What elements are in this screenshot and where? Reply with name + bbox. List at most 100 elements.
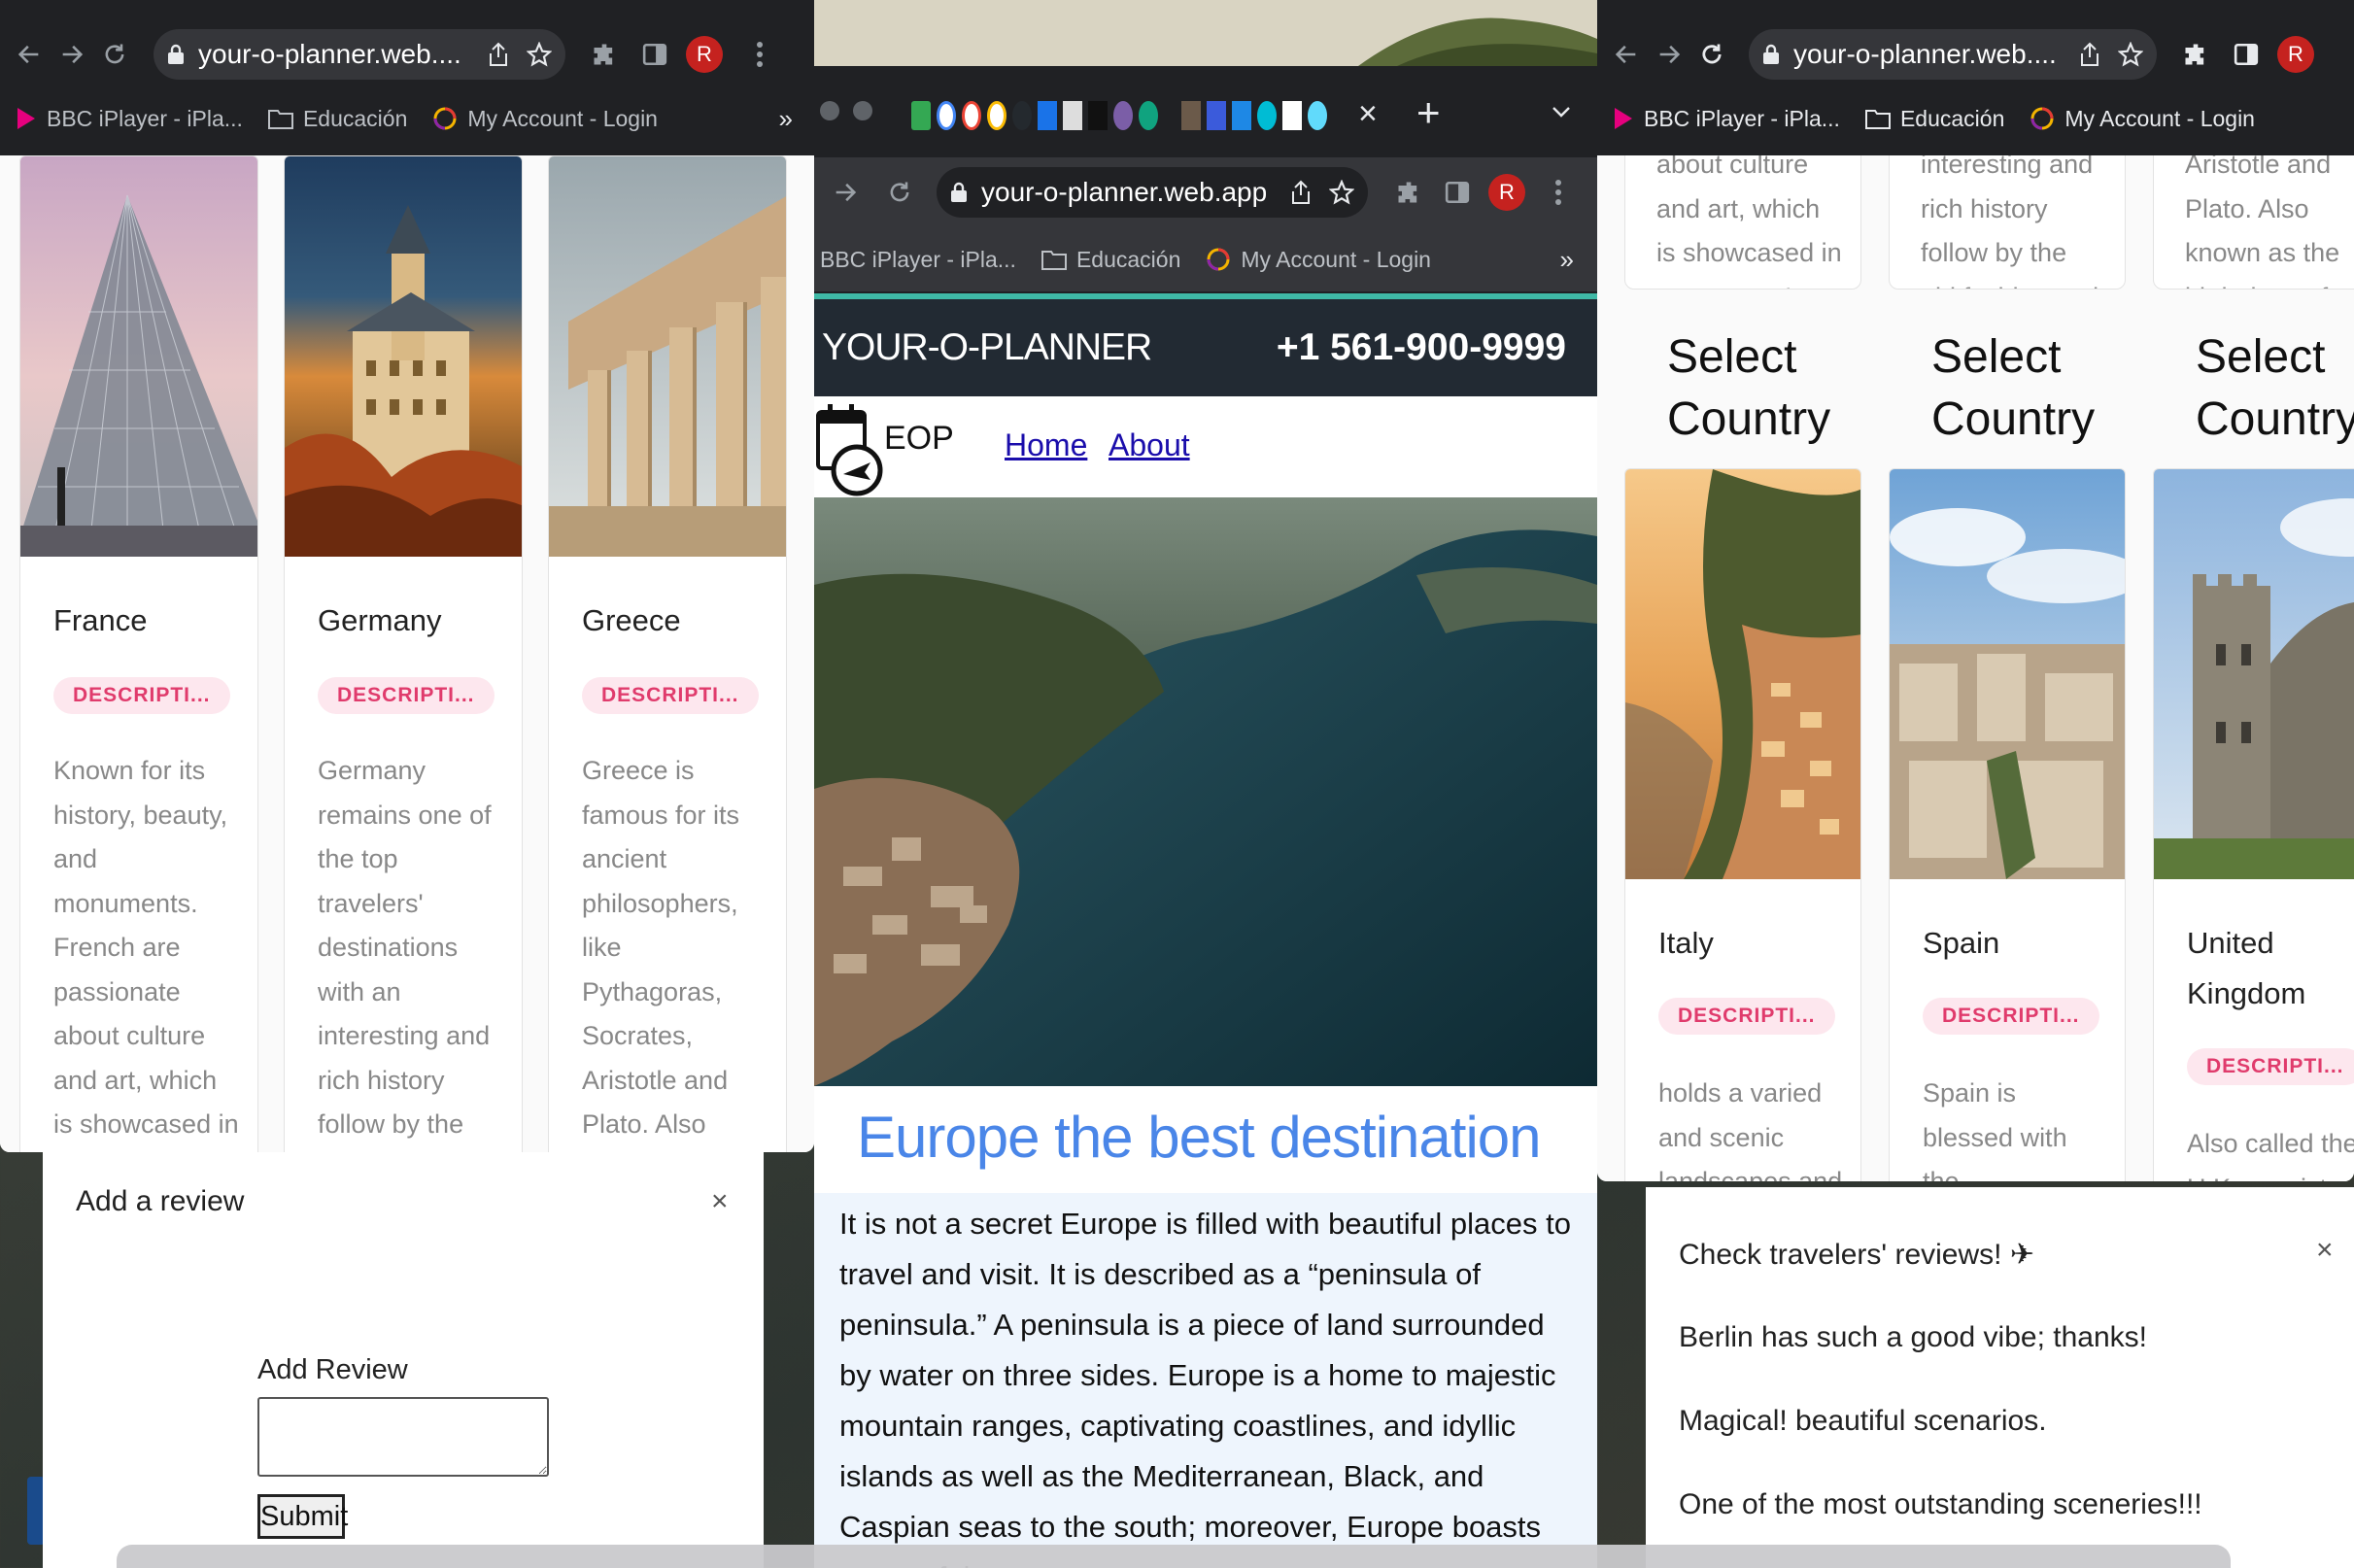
profile-avatar[interactable]: R <box>2277 36 2314 73</box>
middle-browser-window: × + your-o-planner.web.app R BBC iPlayer… <box>814 0 1597 1568</box>
eop-calendar-plane-icon <box>814 396 886 497</box>
right-page-content: about culture and art, which is showcase… <box>1597 155 2354 1181</box>
page-headline: Europe the best destination <box>857 1105 1542 1170</box>
nav-home-link[interactable]: Home <box>1005 427 1087 463</box>
description-chip[interactable]: DESCRIPTI... <box>582 677 759 714</box>
country-card-italy[interactable]: Italy DESCRIPTI... holds a varied and sc… <box>1624 468 1861 1181</box>
address-bar[interactable]: your-o-planner.web.... <box>154 29 565 80</box>
star-icon[interactable] <box>527 42 552 67</box>
menu-kebab-icon[interactable] <box>738 33 781 76</box>
site-brand[interactable]: YOUR-O-PLANNER <box>822 326 1152 369</box>
close-icon[interactable]: × <box>2316 1234 2334 1267</box>
review-item: One of the most outstanding sceneries!!! <box>1679 1488 2202 1520</box>
left-browser-chrome: your-o-planner.web.... R BBC iPlayer - i… <box>0 0 814 155</box>
site-header-bar: YOUR-O-PLANNER +1 561-900-9999 <box>814 299 1597 396</box>
bookmark-bbc[interactable]: BBC iPlayer - iPla... <box>16 106 243 132</box>
menu-kebab-icon[interactable] <box>1537 171 1580 214</box>
card-title: United Kingdom <box>2187 926 2306 1010</box>
bookmark-educacion[interactable]: Educación <box>267 105 408 132</box>
bookmark-educacion-label: Educación <box>302 105 408 131</box>
sidepanel-icon[interactable] <box>1436 171 1479 214</box>
bookmark-bbc[interactable]: BBC iPlayer - iPla... <box>820 247 1016 273</box>
bookmark-my-account[interactable]: My Account - Login <box>2030 106 2255 132</box>
card-description: Known for its history, beauty, and monum… <box>53 756 239 1139</box>
bookmark-my-account[interactable]: My Account - Login <box>1206 247 1431 273</box>
country-card-france[interactable]: France DESCRIPTI... Known for its histor… <box>19 155 258 1152</box>
pinned-tab-favicons[interactable] <box>911 101 1327 130</box>
extensions-icon[interactable] <box>1387 171 1430 214</box>
middle-browser-chrome: × + your-o-planner.web.app R BBC iPlayer… <box>814 66 1597 295</box>
site-logo-text: EOP <box>884 420 954 457</box>
share-icon[interactable] <box>488 42 509 67</box>
site-phone[interactable]: +1 561-900-9999 <box>1277 326 1566 369</box>
bbc-play-icon <box>1613 106 1634 131</box>
bookmark-educacion[interactable]: Educación <box>1864 106 2004 132</box>
reload-icon[interactable] <box>93 33 136 76</box>
address-bar[interactable]: your-o-planner.web.app <box>937 167 1368 218</box>
description-chip[interactable]: DESCRIPTI... <box>318 677 495 714</box>
description-chip[interactable]: DESCRIPTI... <box>53 677 230 714</box>
back-icon[interactable] <box>1605 33 1648 76</box>
bookmark-bbc-label: BBC iPlayer - iPla... <box>1644 105 1840 131</box>
extensions-icon[interactable] <box>2174 33 2217 76</box>
sidepanel-icon[interactable] <box>2225 33 2268 76</box>
add-review-modal: Add a review × Add Review Submit <box>43 1152 764 1568</box>
tab-search-chevron-icon[interactable] <box>1551 101 1572 122</box>
nav-about-link[interactable]: About <box>1109 427 1190 463</box>
description-chip[interactable]: DESCRIPTI... <box>1923 998 2099 1035</box>
country-card-united-kingdom[interactable]: United Kingdom DESCRIPTI... Also called … <box>2153 468 2354 1181</box>
address-bar[interactable]: your-o-planner.web.... <box>1749 29 2157 80</box>
new-tab-icon[interactable]: + <box>1416 89 1441 136</box>
card-title: Germany <box>318 603 442 637</box>
bookmark-bbc[interactable]: BBC iPlayer - iPla... <box>1613 106 1840 132</box>
reload-icon[interactable] <box>1690 33 1733 76</box>
extensions-icon[interactable] <box>583 33 626 76</box>
review-item: Magical! beautiful scenarios. <box>1679 1405 2047 1437</box>
forward-icon[interactable] <box>51 33 93 76</box>
review-textarea[interactable] <box>257 1397 549 1477</box>
card-description: holds a varied and scenic landscapes and <box>1658 1078 1843 1181</box>
bookmarks-more[interactable]: » <box>1560 245 1574 275</box>
folder-icon <box>267 108 293 129</box>
card-description: Germany remains one of the top travelers… <box>318 756 492 1139</box>
folder-icon <box>1041 249 1067 270</box>
sidepanel-icon[interactable] <box>633 33 676 76</box>
submit-button[interactable]: Submit <box>257 1494 348 1539</box>
modal-title: Add a review <box>76 1185 245 1217</box>
back-icon[interactable] <box>8 33 51 76</box>
description-chip[interactable]: DESCRIPTI... <box>2187 1048 2354 1085</box>
review-item: Berlin has such a good vibe; thanks! <box>1679 1321 2147 1353</box>
germany-photo <box>285 156 522 557</box>
reviews-popup-title: Check travelers' reviews! ✈ <box>1679 1239 2034 1271</box>
card-description: Greece is famous for its ancient philoso… <box>582 756 740 1139</box>
folder-icon <box>1864 108 1891 129</box>
close-icon[interactable]: × <box>711 1185 729 1218</box>
card-title: France <box>53 603 148 637</box>
italy-photo <box>1625 469 1860 879</box>
dock-bar <box>117 1545 2231 1568</box>
add-review-label: Add Review <box>257 1354 408 1385</box>
description-chip[interactable]: DESCRIPTI... <box>1658 998 1835 1035</box>
right-browser-window: your-o-planner.web.... R BBC iPlayer - i… <box>1597 0 2354 1181</box>
star-icon[interactable] <box>1329 180 1354 205</box>
star-icon[interactable] <box>2118 42 2143 67</box>
address-url: your-o-planner.web.... <box>198 39 461 69</box>
profile-avatar[interactable]: R <box>686 36 723 73</box>
reload-icon[interactable] <box>878 171 921 214</box>
country-card-germany[interactable]: Germany DESCRIPTI... Germany remains one… <box>284 155 523 1152</box>
select-country-heading: Select Country <box>1667 331 1831 445</box>
forward-icon[interactable] <box>1648 33 1690 76</box>
card-description: interesting and rich history follow by t… <box>1921 155 2098 289</box>
bookmark-educacion-label: Educación <box>1075 246 1181 272</box>
bookmark-educacion[interactable]: Educación <box>1041 247 1180 273</box>
bookmark-my-account[interactable]: My Account - Login <box>432 106 658 132</box>
profile-avatar[interactable]: R <box>1488 174 1525 211</box>
country-card-greece[interactable]: Greece DESCRIPTI... Greece is famous for… <box>548 155 787 1152</box>
close-tab-icon[interactable]: × <box>1358 95 1378 133</box>
forward-icon[interactable] <box>824 171 867 214</box>
bookmark-bbc-label: BBC iPlayer - iPla... <box>47 105 243 131</box>
share-icon[interactable] <box>1290 180 1312 205</box>
bookmarks-more[interactable]: » <box>779 104 793 134</box>
share-icon[interactable] <box>2079 42 2100 67</box>
country-card-spain[interactable]: Spain DESCRIPTI... Spain is blessed with… <box>1889 468 2126 1181</box>
